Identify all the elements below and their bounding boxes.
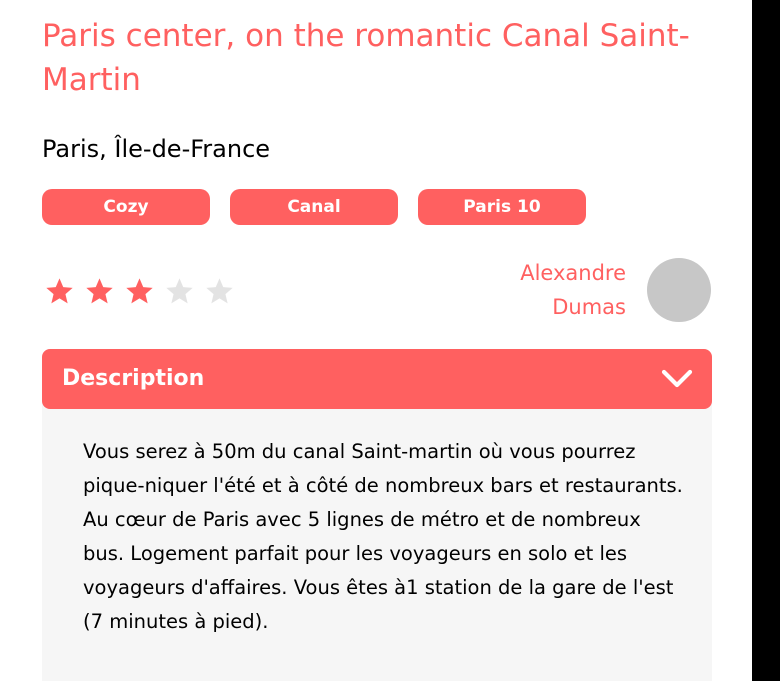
tag-canal: Canal [230, 189, 398, 225]
star-icon-filled [86, 278, 113, 304]
tag-paris-10: Paris 10 [418, 189, 586, 225]
host-first-name: Alexandre [520, 261, 626, 285]
tag-cozy: Cozy [42, 189, 210, 225]
host-avatar [647, 258, 711, 322]
listing-location: Paris, Île-de-France [42, 135, 271, 163]
host-name: Alexandre Dumas [440, 256, 626, 324]
listing-title: Paris center, on the romantic Canal Sain… [42, 18, 690, 98]
star-icon-filled [126, 278, 153, 304]
description-text: Vous serez à 50m du canal Saint-martin o… [83, 440, 683, 633]
chevron-down-icon[interactable] [660, 367, 694, 391]
star-icon-empty [206, 278, 233, 304]
description-panel: Vous serez à 50m du canal Saint-martin o… [42, 401, 712, 681]
description-title: Description [62, 366, 205, 391]
host-last-name: Dumas [552, 295, 626, 319]
star-icon-filled [46, 278, 73, 304]
description-collapse-button[interactable]: Description [42, 349, 712, 409]
star-icon-empty [166, 278, 193, 304]
listing-page: Paris center, on the romantic Canal Sain… [0, 0, 752, 681]
